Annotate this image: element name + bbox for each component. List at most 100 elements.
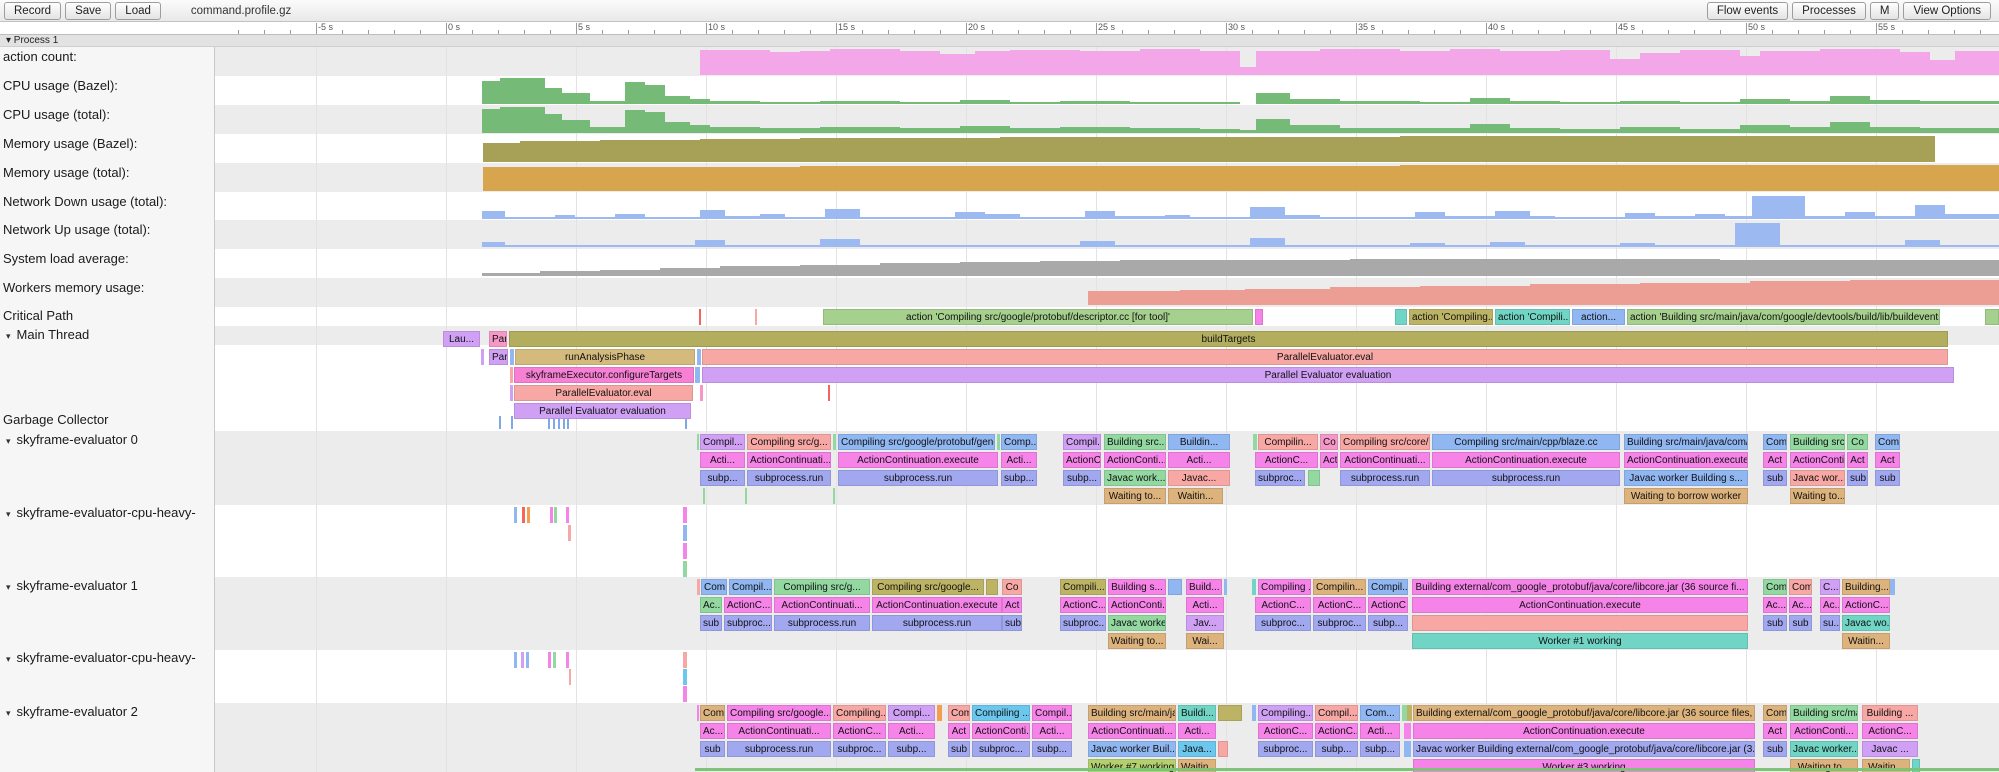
skyframe-evaluator-2-slice[interactable]: Compiling... (833, 705, 886, 721)
skyframe-evaluator-2-slice[interactable]: Com (700, 705, 725, 721)
skyframe-evaluator-2-slice[interactable]: Javac worker... (1790, 741, 1858, 757)
main-thread-slice[interactable]: Lau... (443, 331, 480, 347)
skyframe-evaluator-2-slice[interactable]: Javac ... (1862, 741, 1918, 757)
skyframe-evaluator-0-slice[interactable]: Act (1763, 452, 1787, 468)
skyframe-evaluator-0-slice[interactable]: Javac worker Building s... (1624, 470, 1748, 486)
skyframe-evaluator-0-slice[interactable]: ActionContinuation.execute (1624, 452, 1748, 468)
skyframe-evaluator-2-slice[interactable]: ActionC... (1258, 723, 1313, 739)
skyframe-evaluator-2-slice[interactable]: subproc... (972, 741, 1030, 757)
track-header-main-thread[interactable]: ▾Main Thread (6, 327, 89, 342)
skyframe-evaluator-0-slice[interactable]: Building src... (1104, 434, 1166, 450)
skyframe-evaluator-0-slice[interactable]: Waiting to borrow worker (1624, 488, 1748, 504)
metadata-button[interactable]: M (1870, 2, 1900, 20)
skyframe-evaluator-0-slice[interactable]: Com (1763, 434, 1787, 450)
critical-path-slice[interactable]: action 'Compili... (1495, 309, 1570, 325)
skyframe-evaluator-1-slice[interactable]: Waitin... (1842, 633, 1890, 649)
skyframe-evaluator-0-slice[interactable]: ActionContinuation.execute (1432, 452, 1620, 468)
skyframe-evaluator-2-slice[interactable]: Com (1763, 705, 1787, 721)
skyframe-evaluator-1-slice[interactable]: Compiling ... (1258, 579, 1311, 595)
skyframe-evaluator-1-slice[interactable]: Ac... (1820, 597, 1840, 613)
skyframe-evaluator-2-slice[interactable] (1404, 723, 1411, 739)
skyframe-evaluator-0-slice[interactable] (997, 434, 1000, 450)
skyframe-evaluator-0-slice[interactable]: Acti... (700, 452, 745, 468)
skyframe-evaluator-2-slice[interactable]: Buildi... (1178, 705, 1216, 721)
skyframe-evaluator-0-slice[interactable] (833, 434, 836, 450)
critical-path-slice[interactable]: action 'Compiling... (1409, 309, 1493, 325)
skyframe-evaluator-1-slice[interactable]: Compiling src/g... (774, 579, 870, 595)
skyframe-evaluator-0-slice[interactable]: sub (1847, 470, 1868, 486)
skyframe-evaluator-1-slice[interactable]: Build... (1186, 579, 1222, 595)
main-thread-slice[interactable]: Par (489, 349, 508, 365)
skyframe-evaluator-cpu-heavy-0-slice[interactable] (522, 507, 525, 523)
skyframe-evaluator-cpu-heavy-1-slice[interactable] (683, 652, 687, 668)
skyframe-evaluator-2-slice[interactable]: ActionC... (833, 723, 886, 739)
skyframe-evaluator-2-slice[interactable]: Act (1763, 723, 1787, 739)
skyframe-evaluator-1-slice[interactable]: Building s... (1108, 579, 1166, 595)
critical-path-slice[interactable] (699, 309, 701, 325)
collapse-arrow-icon[interactable]: ▾ (6, 654, 11, 664)
skyframe-evaluator-1-slice[interactable]: ActionC... (724, 597, 772, 613)
skyframe-evaluator-cpu-heavy-1-slice[interactable] (553, 652, 556, 668)
skyframe-evaluator-2-slice[interactable]: Compiling... (1258, 705, 1313, 721)
skyframe-evaluator-1-slice[interactable]: Compil... (729, 579, 772, 595)
skyframe-evaluator-2-slice[interactable]: Javac worker Building external/com_googl… (1413, 741, 1755, 757)
save-button[interactable]: Save (65, 2, 111, 20)
gc-event-tick[interactable] (511, 416, 513, 429)
skyframe-evaluator-1-slice[interactable]: Worker #1 working (1412, 633, 1748, 649)
skyframe-evaluator-2-slice[interactable]: sub (700, 741, 725, 757)
skyframe-evaluator-0-slice[interactable]: ActionConti... (1790, 452, 1845, 468)
skyframe-evaluator-0-slice[interactable] (703, 488, 705, 504)
skyframe-evaluator-2-slice[interactable]: Com... (1360, 705, 1400, 721)
skyframe-evaluator-2-slice[interactable]: Act (948, 723, 970, 739)
skyframe-evaluator-1-slice[interactable]: ActionC... (1313, 597, 1366, 613)
skyframe-evaluator-0-slice[interactable]: Waitin... (1168, 488, 1223, 504)
clipped-bottom-slice[interactable] (695, 768, 1999, 771)
main-thread-slice[interactable] (697, 349, 701, 365)
critical-path-slice[interactable]: action 'Building src/main/java/com/googl… (1627, 309, 1940, 325)
track-header-skyframe-evaluator-0[interactable]: ▾skyframe-evaluator 0 (6, 432, 138, 447)
time-ruler[interactable]: -5 s0 s5 s10 s15 s20 s25 s30 s35 s40 s45… (0, 22, 1999, 35)
skyframe-evaluator-2-slice[interactable] (1218, 741, 1228, 757)
skyframe-evaluator-0-slice[interactable]: Javac... (1168, 470, 1230, 486)
skyframe-evaluator-0-slice[interactable] (1308, 470, 1320, 486)
skyframe-evaluator-0-slice[interactable]: Compil... (1063, 434, 1101, 450)
skyframe-evaluator-1-slice[interactable]: Com (1789, 579, 1812, 595)
skyframe-evaluator-0-slice[interactable]: Acti... (1168, 452, 1230, 468)
skyframe-evaluator-2-slice[interactable]: subproc... (833, 741, 886, 757)
skyframe-evaluator-0-slice[interactable]: Building src/main/java/com/go... (1624, 434, 1748, 450)
skyframe-evaluator-0-slice[interactable]: Compiling src/main/cpp/blaze.cc (1432, 434, 1620, 450)
main-thread-slice[interactable]: ParallelEvaluator.eval (514, 385, 693, 401)
main-thread-slice[interactable]: Par (489, 331, 507, 347)
collapse-arrow-icon[interactable]: ▾ (6, 509, 11, 519)
skyframe-evaluator-0-slice[interactable]: Comp... (1001, 434, 1037, 450)
skyframe-evaluator-1-slice[interactable] (1252, 579, 1256, 595)
skyframe-evaluator-1-slice[interactable]: ActionContinuation.execute (1412, 597, 1748, 613)
main-thread-slice[interactable]: runAnalysisPhase (515, 349, 695, 365)
skyframe-evaluator-1-slice[interactable]: Ac... (1789, 597, 1812, 613)
skyframe-evaluator-2-slice[interactable]: Compiling src/google... (727, 705, 831, 721)
skyframe-evaluator-1-slice[interactable]: Building external/com_google_protobuf/ja… (1412, 579, 1748, 595)
skyframe-evaluator-0-slice[interactable]: Javac wor... (1790, 470, 1845, 486)
skyframe-evaluator-1-slice[interactable]: ActionC... (1368, 597, 1408, 613)
main-thread-slice[interactable] (695, 367, 700, 383)
skyframe-evaluator-cpu-heavy-1-slice[interactable] (514, 652, 517, 668)
skyframe-evaluator-0-slice[interactable]: Compiling src/g... (747, 434, 831, 450)
skyframe-evaluator-0-slice[interactable] (833, 488, 835, 504)
skyframe-evaluator-2-slice[interactable]: subp... (1032, 741, 1072, 757)
main-thread-slice[interactable]: Parallel Evaluator evaluation (514, 403, 691, 419)
skyframe-evaluator-2-slice[interactable] (937, 705, 942, 721)
track-header-skyframe-evaluator-cpu-heavy-[interactable]: ▾skyframe-evaluator-cpu-heavy- (6, 505, 196, 520)
main-thread-slice[interactable]: skyframeExecutor.configureTargets (514, 367, 694, 383)
skyframe-evaluator-2-slice[interactable]: ActionContinuati... (727, 723, 831, 739)
skyframe-evaluator-0-slice[interactable]: Co (1847, 434, 1868, 450)
skyframe-evaluator-1-slice[interactable]: Co (1002, 579, 1022, 595)
skyframe-evaluator-0-slice[interactable]: Compiling src/core/... (1340, 434, 1430, 450)
skyframe-evaluator-0-slice[interactable]: subproc... (1255, 470, 1305, 486)
skyframe-evaluator-0-slice[interactable]: Acti... (1001, 452, 1037, 468)
skyframe-evaluator-0-slice[interactable]: Compil... (700, 434, 745, 450)
critical-path-slice[interactable] (1255, 309, 1263, 325)
main-thread-slice[interactable]: Parallel Evaluator evaluation (702, 367, 1954, 383)
skyframe-evaluator-1-slice[interactable] (1224, 579, 1227, 595)
skyframe-evaluator-1-slice[interactable]: sub (1789, 615, 1812, 631)
skyframe-evaluator-cpu-heavy-1-slice[interactable] (566, 652, 569, 668)
